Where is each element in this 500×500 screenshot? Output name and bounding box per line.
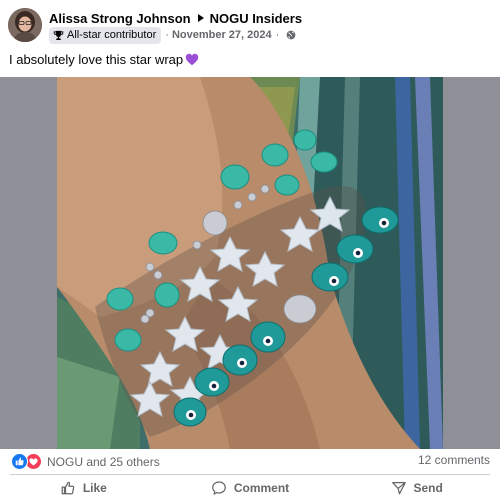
purple-heart-icon (185, 53, 199, 66)
like-label: Like (82, 481, 107, 495)
author-name[interactable]: Alissa Strong Johnson (49, 11, 191, 26)
action-divider (10, 474, 490, 475)
meta-separator: · (165, 29, 169, 41)
group-name[interactable]: NOGU Insiders (210, 11, 302, 26)
reactions-summary[interactable]: NOGU and 25 others (11, 453, 160, 470)
meta-separator-2: · (275, 29, 280, 41)
trophy-icon (53, 30, 64, 40)
comment-bubble-icon (211, 481, 226, 495)
post-photo[interactable] (0, 77, 500, 449)
post-header: Alissa Strong Johnson NOGU Insiders All-… (0, 0, 500, 48)
thumbs-up-icon (61, 481, 75, 495)
post-meta: All-star contributor · November 27, 2024… (49, 26, 296, 44)
comments-count[interactable]: 12 comments (418, 453, 490, 467)
right-triangle-icon (197, 14, 204, 22)
send-label: Send (413, 481, 443, 495)
comment-button[interactable]: Comment (167, 476, 334, 500)
reactions-text: NOGU and 25 others (47, 454, 160, 469)
globe-icon (286, 30, 296, 40)
bracelet-photo-image (0, 77, 500, 449)
post-date[interactable]: November 27, 2024 (172, 29, 272, 41)
like-button[interactable]: Like (0, 476, 167, 500)
author-line: Alissa Strong Johnson NOGU Insiders (49, 9, 302, 27)
post-text: I absolutely love this star wrap (9, 52, 199, 67)
send-icon (391, 482, 406, 495)
badge-label: All-star contributor (67, 29, 157, 41)
post-body: I absolutely love this star wrap (9, 52, 184, 67)
comment-label: Comment (233, 481, 290, 495)
action-bar: Like Comment Send (0, 476, 500, 500)
send-button[interactable]: Send (333, 476, 500, 500)
contributor-badge[interactable]: All-star contributor (49, 26, 162, 44)
like-icon (11, 453, 28, 470)
author-avatar[interactable] (8, 8, 42, 42)
engagement-bar: NOGU and 25 others 12 comments (0, 450, 500, 472)
